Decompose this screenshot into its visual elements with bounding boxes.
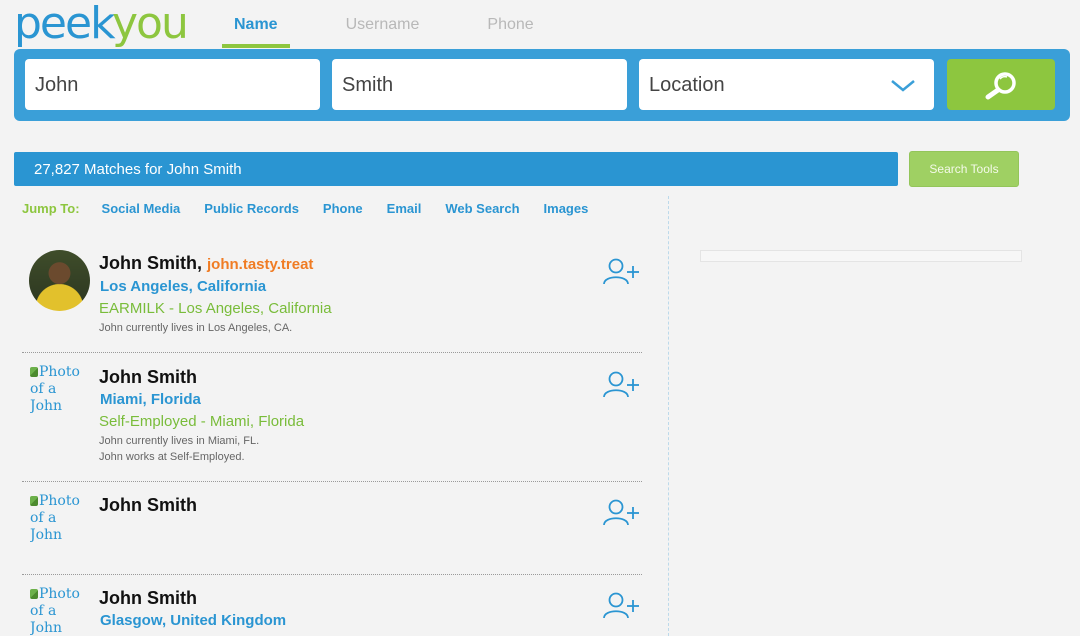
result-item[interactable]: John Smith, john.tasty.treat Los Angeles…: [22, 250, 642, 350]
tab-phone[interactable]: Phone: [475, 0, 545, 48]
add-person-icon[interactable]: [600, 497, 642, 529]
column-divider: [668, 196, 669, 636]
logo-you: you: [111, 0, 189, 49]
peekyou-logo[interactable]: peekyou: [14, 0, 189, 49]
result-handle[interactable]: john.tasty.treat: [207, 256, 313, 273]
tab-username[interactable]: Username: [334, 0, 432, 48]
jump-link-images[interactable]: Images: [544, 201, 589, 216]
search-button[interactable]: [947, 59, 1055, 110]
result-name[interactable]: John Smith: [99, 495, 197, 516]
broken-image-icon[interactable]: Photo of a John Smith: [30, 586, 88, 636]
result-name[interactable]: John Smith: [99, 588, 197, 609]
result-name[interactable]: John Smith, john.tasty.treat: [99, 253, 313, 274]
result-location[interactable]: Glasgow, United Kingdom: [100, 612, 286, 629]
result-note: John currently lives in Los Angeles, CA.: [99, 322, 293, 334]
jump-link-public-records[interactable]: Public Records: [204, 201, 299, 216]
broken-image-icon[interactable]: Photo of a John Smith: [30, 493, 88, 543]
result-item[interactable]: Photo of a John Smith John Smith Glasgow…: [22, 586, 642, 636]
location-select-value: Location: [649, 74, 725, 96]
result-separator: [22, 574, 642, 575]
search-bar: John Smith Location: [14, 49, 1070, 121]
result-name[interactable]: John Smith: [99, 367, 197, 388]
tab-name[interactable]: Name: [222, 0, 290, 48]
jump-link-email[interactable]: Email: [387, 201, 422, 216]
chevron-down-icon: [891, 80, 915, 92]
broken-image-icon[interactable]: Photo of a John Smith: [30, 364, 88, 414]
search-type-tabs: Name Username Phone: [222, 0, 590, 48]
result-job: Self-Employed - Miami, Florida: [99, 413, 305, 430]
jump-link-phone[interactable]: Phone: [323, 201, 363, 216]
jump-to-nav: Jump To: Social Media Public Records Pho…: [22, 201, 612, 216]
result-name-text: John Smith,: [99, 253, 202, 273]
add-person-icon[interactable]: [600, 256, 642, 288]
sidebar-placeholder: [700, 250, 1022, 262]
first-name-input[interactable]: John: [25, 59, 320, 110]
result-job: EARMILK - Los Angeles, California: [99, 300, 332, 317]
add-person-icon[interactable]: [600, 369, 642, 401]
avatar[interactable]: [29, 250, 90, 311]
result-location[interactable]: Miami, Florida: [100, 391, 201, 408]
result-item[interactable]: Photo of a John Smith John Smith: [22, 493, 642, 563]
jump-link-social-media[interactable]: Social Media: [102, 201, 181, 216]
search-icon: [985, 71, 1016, 99]
jump-to-label: Jump To:: [22, 201, 80, 216]
results-summary-bar: 27,827 Matches for John Smith: [14, 152, 898, 186]
jump-link-web-search[interactable]: Web Search: [445, 201, 519, 216]
result-item[interactable]: Photo of a John Smith John Smith Miami, …: [22, 364, 642, 474]
result-note: John works at Self-Employed.: [99, 451, 245, 463]
result-location[interactable]: Los Angeles, California: [100, 278, 266, 295]
search-tools-button[interactable]: Search Tools: [909, 151, 1019, 187]
last-name-input[interactable]: Smith: [332, 59, 627, 110]
add-person-icon[interactable]: [600, 590, 642, 622]
result-note: John currently lives in Miami, FL.: [99, 435, 260, 447]
location-select[interactable]: Location: [639, 59, 934, 110]
result-separator: [22, 352, 642, 353]
logo-peek: peek: [14, 0, 114, 49]
result-separator: [22, 481, 642, 482]
